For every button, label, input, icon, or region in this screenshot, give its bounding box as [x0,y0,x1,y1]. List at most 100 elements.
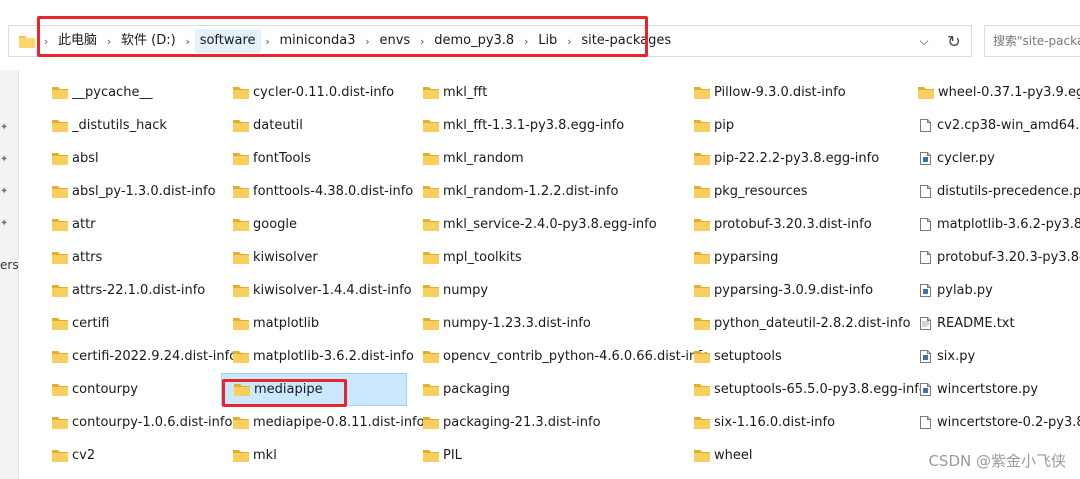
folder-item[interactable]: Pillow-9.3.0.dist-info [682,76,910,109]
folder-icon [233,285,249,297]
folder-item[interactable]: six-1.16.0.dist-info [682,406,910,439]
folder-item[interactable]: attr [40,208,230,241]
file-item[interactable]: cycler.py [906,142,1080,175]
folder-item[interactable]: __pycache__ [40,76,230,109]
folder-item[interactable]: mpl_toolkits [411,241,681,274]
folder-item[interactable]: contourpy-1.0.6.dist-info [40,406,232,439]
folder-item[interactable]: mkl_fft [411,76,681,109]
folder-item[interactable]: google [221,208,407,241]
folder-item[interactable]: _distutils_hack [40,109,230,142]
pin-icon[interactable]: ✦ [0,122,8,133]
folder-item[interactable]: mkl_fft-1.3.1-py3.8.egg-info [411,109,681,142]
folder-item[interactable]: certifi-2022.9.24.dist-info [40,340,237,373]
file-item[interactable]: pylab.py [906,274,1080,307]
breadcrumb-item[interactable]: Lib [533,29,562,53]
search-input[interactable]: 搜索"site-packa [984,25,1080,57]
folder-item[interactable]: kiwisolver [221,241,407,274]
folder-item[interactable]: mediapipe-0.8.11.dist-info [221,406,425,439]
item-label: mediapipe [254,382,323,397]
folder-item[interactable]: wheel [682,439,910,472]
file-item[interactable]: distutils-precedence.pth [906,175,1080,208]
folder-item[interactable]: setuptools [682,340,910,373]
folder-icon [423,120,439,132]
folder-item[interactable]: mkl_random [411,142,681,175]
item-label: matplotlib-3.6.2-py3.8-ns [937,217,1080,232]
folder-item[interactable]: packaging [411,373,681,406]
file-item[interactable]: six.py [906,340,1080,373]
folder-item[interactable]: fonttools-4.38.0.dist-info [221,175,413,208]
pin-icon[interactable]: ✦ [0,186,8,197]
breadcrumb-item[interactable]: envs [374,29,415,53]
chevron-right-icon[interactable]: › [181,35,195,48]
file-icon [920,251,931,264]
item-label: contourpy [72,382,138,397]
chevron-right-icon[interactable]: › [102,35,116,48]
breadcrumb-item[interactable]: software [194,29,261,53]
folder-icon [52,252,68,264]
folder-item[interactable]: numpy-1.23.3.dist-info [411,307,681,340]
file-item[interactable]: cv2.cp38-win_amd64.pyd [906,109,1080,142]
folder-item[interactable]: PIL [411,439,681,472]
chevron-right-icon[interactable]: › [39,35,53,48]
folder-item[interactable]: numpy [411,274,681,307]
folder-item[interactable]: protobuf-3.20.3.dist-info [682,208,910,241]
file-item[interactable]: protobuf-3.20.3-py3.8-ns [906,241,1080,274]
nav-item-label[interactable]: ers [0,258,19,272]
folder-item[interactable]: mediapipe [221,373,407,406]
item-label: certifi-2022.9.24.dist-info [72,349,238,364]
item-label: mpl_toolkits [443,250,522,265]
folder-item[interactable]: contourpy [40,373,230,406]
file-item[interactable]: wincertstore-0.2-py3.8.eg [906,406,1080,439]
folder-item[interactable]: kiwisolver-1.4.4.dist-info [221,274,412,307]
folder-item[interactable]: mkl_service-2.4.0-py3.8.egg-info [411,208,681,241]
chevron-right-icon[interactable]: › [519,35,533,48]
folder-icon [918,87,934,99]
folder-item[interactable]: absl [40,142,230,175]
item-label: matplotlib [253,316,320,331]
pin-icon[interactable]: ✦ [0,154,8,165]
folder-item[interactable]: certifi [40,307,230,340]
folder-item[interactable]: pyparsing [682,241,910,274]
refresh-icon[interactable]: ↻ [937,32,971,51]
address-bar[interactable]: › 此电脑 › 软件 (D:) › software › miniconda3 › envs › de… [8,25,972,57]
breadcrumb-item[interactable]: 软件 (D:) [116,29,181,53]
folder-item[interactable]: cv2 [40,439,230,472]
file-item[interactable]: README.txt [906,307,1080,340]
breadcrumb-item[interactable]: demo_py3.8 [429,29,519,53]
chevron-right-icon[interactable]: › [360,35,374,48]
folder-icon [423,252,439,264]
folder-item[interactable]: matplotlib [221,307,407,340]
file-list: __pycache__ _distutils_hack absl absl_py-1.… [20,70,1080,479]
folder-icon [233,318,249,330]
chevron-right-icon[interactable]: › [415,35,429,48]
chevron-right-icon[interactable]: › [562,35,576,48]
file-item[interactable]: wincertstore.py [906,373,1080,406]
folder-item[interactable]: mkl [221,439,407,472]
folder-icon [423,351,439,363]
pin-icon[interactable]: ✦ [0,218,8,229]
folder-item[interactable]: pkg_resources [682,175,910,208]
chevron-down-icon[interactable]: ⌵ [911,34,937,49]
chevron-right-icon[interactable]: › [261,35,275,48]
folder-item[interactable]: attrs-22.1.0.dist-info [40,274,230,307]
folder-item[interactable]: fontTools [221,142,407,175]
folder-item[interactable]: wheel-0.37.1-py3.9.egg-i [906,76,1080,109]
folder-item[interactable]: mkl_random-1.2.2.dist-info [411,175,681,208]
breadcrumb-item[interactable]: miniconda3 [275,29,361,53]
folder-item[interactable]: cycler-0.11.0.dist-info [221,76,407,109]
folder-item[interactable]: attrs [40,241,230,274]
folder-item[interactable]: dateutil [221,109,407,142]
breadcrumb-item[interactable]: site-packages [576,29,676,53]
folder-item[interactable]: python_dateutil-2.8.2.dist-info [682,307,911,340]
folder-item[interactable]: pip-22.2.2-py3.8.egg-info [682,142,910,175]
folder-item[interactable]: packaging-21.3.dist-info [411,406,681,439]
folder-item[interactable]: opencv_contrib_python-4.6.0.66.dist-info [411,340,710,373]
folder-item[interactable]: matplotlib-3.6.2.dist-info [221,340,414,373]
folder-item[interactable]: absl_py-1.3.0.dist-info [40,175,230,208]
folder-item[interactable]: setuptools-65.5.0-py3.8.egg-info [682,373,927,406]
folder-item[interactable]: pip [682,109,910,142]
folder-icon [233,186,249,198]
file-item[interactable]: matplotlib-3.6.2-py3.8-ns [906,208,1080,241]
breadcrumb-item[interactable]: 此电脑 [53,29,102,53]
folder-item[interactable]: pyparsing-3.0.9.dist-info [682,274,910,307]
